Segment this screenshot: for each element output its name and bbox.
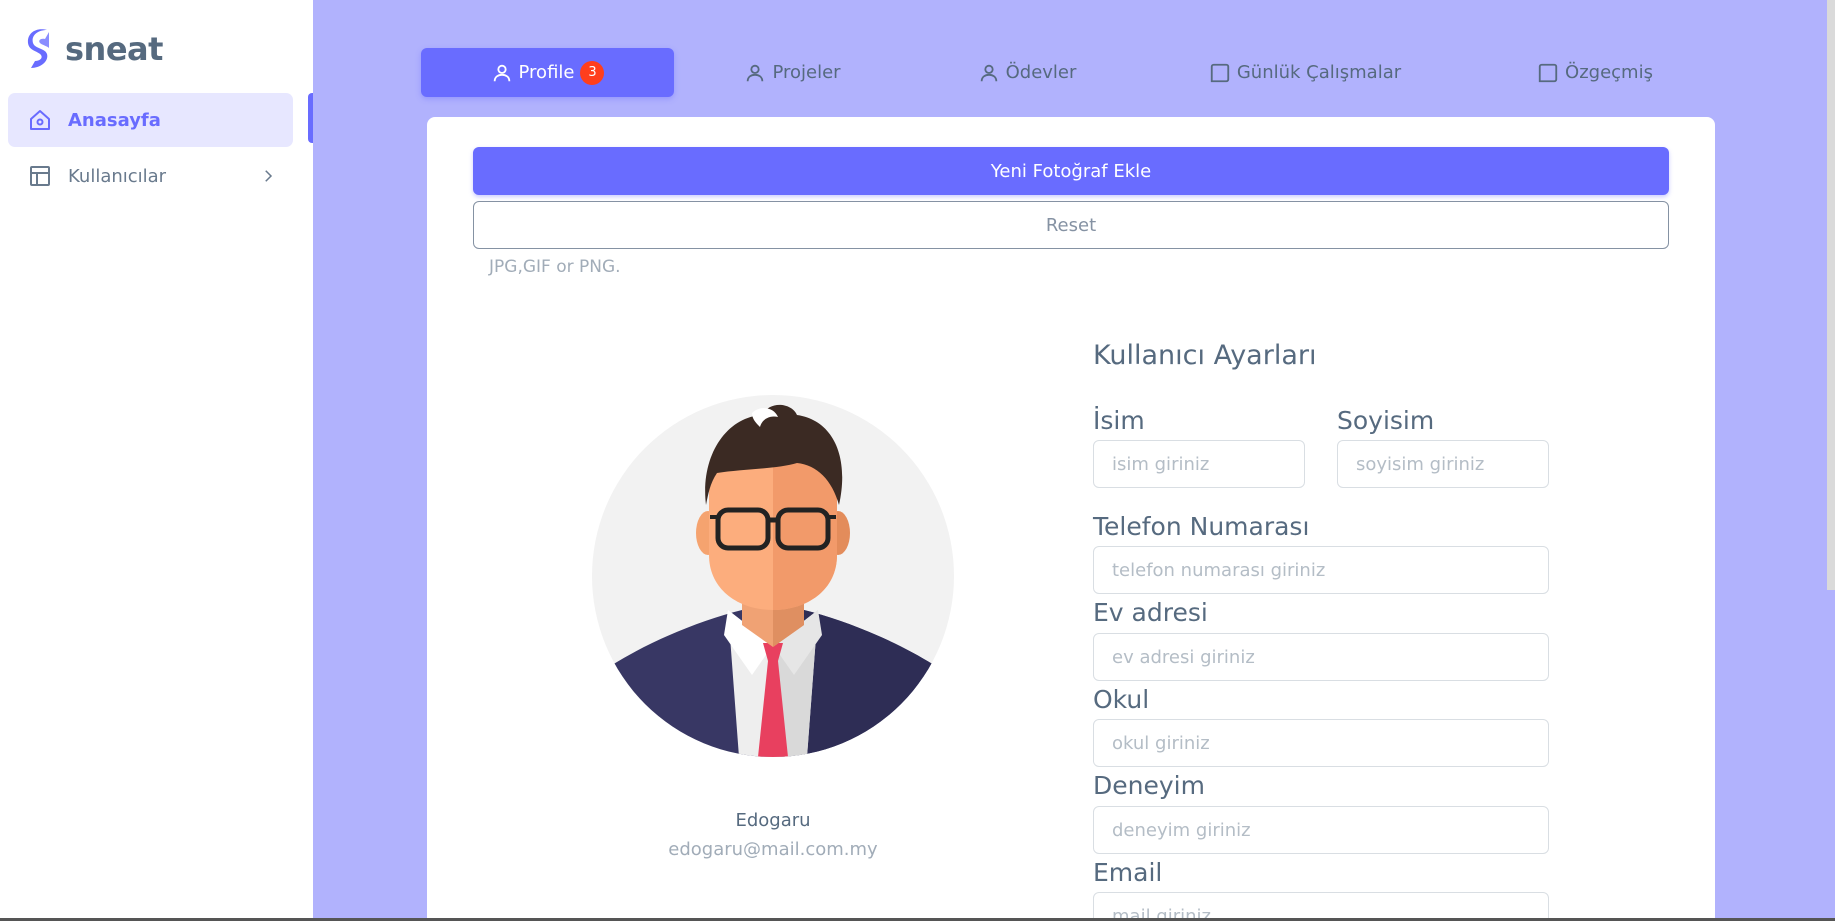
tab-odevler[interactable]: Ödevler — [912, 48, 1142, 97]
last-name-input[interactable] — [1337, 440, 1549, 488]
home-icon — [30, 110, 50, 130]
tab-label: Özgeçmiş — [1565, 62, 1653, 83]
school-label: Okul — [1093, 685, 1150, 714]
user-icon — [747, 64, 764, 81]
reset-button[interactable]: Reset — [473, 201, 1669, 249]
tab-label: Profile — [518, 62, 575, 83]
sidebar: sneat Anasayfa Kullanıcılar — [0, 0, 313, 921]
school-input[interactable] — [1093, 719, 1549, 767]
brand-logo[interactable]: sneat — [27, 28, 163, 70]
first-name-label: İsim — [1093, 406, 1145, 435]
app-root: sneat Anasayfa Kullanıcılar Profile 3 Pr… — [0, 0, 1835, 921]
phone-input[interactable] — [1093, 546, 1549, 594]
tab-projeler[interactable]: Projeler — [680, 48, 905, 97]
phone-label: Telefon Numarası — [1093, 512, 1310, 541]
profile-card: Yeni Fotoğraf Ekle Reset JPG,GIF or PNG. — [427, 117, 1715, 921]
email-label: Email — [1093, 858, 1163, 887]
sidebar-item-kullanicilar[interactable]: Kullanıcılar — [8, 149, 293, 203]
sidebar-item-anasayfa[interactable]: Anasayfa — [8, 93, 293, 147]
sidebar-item-label: Anasayfa — [68, 109, 161, 131]
square-icon — [1538, 63, 1558, 82]
active-menu-indicator — [308, 93, 313, 143]
file-type-hint: JPG,GIF or PNG. — [489, 257, 621, 277]
brand-name: sneat — [65, 30, 163, 68]
notification-badge: 3 — [580, 60, 605, 85]
tab-label: Ödevler — [1005, 62, 1077, 83]
email-input[interactable] — [1093, 892, 1549, 921]
user-name: Edogaru — [735, 810, 811, 831]
last-name-label: Soyisim — [1337, 406, 1435, 435]
user-icon — [980, 64, 997, 81]
chevron-right-icon — [265, 170, 273, 182]
tab-ozgecmis[interactable]: Özgeçmiş — [1500, 48, 1690, 97]
tab-label: Projeler — [772, 62, 841, 83]
first-name-input[interactable] — [1093, 440, 1305, 488]
avatar — [592, 395, 954, 757]
tab-gunluk-calismalar[interactable]: Günlük Çalışmalar — [1160, 48, 1450, 97]
upload-photo-button[interactable]: Yeni Fotoğraf Ekle — [473, 147, 1669, 195]
sneat-logo-icon — [27, 29, 49, 68]
address-input[interactable] — [1093, 633, 1549, 681]
form-title: Kullanıcı Ayarları — [1093, 340, 1317, 371]
experience-label: Deneyim — [1093, 771, 1205, 800]
page-scrollbar[interactable] — [1827, 0, 1835, 590]
sidebar-item-label: Kullanıcılar — [68, 165, 167, 187]
square-icon — [1210, 63, 1230, 82]
user-icon — [493, 64, 510, 81]
tab-profile[interactable]: Profile 3 — [421, 48, 674, 97]
address-label: Ev adresi — [1093, 598, 1208, 627]
tab-label: Günlük Çalışmalar — [1236, 62, 1402, 83]
user-email: edogaru@mail.com.my — [668, 839, 878, 860]
experience-input[interactable] — [1093, 806, 1549, 854]
layout-icon — [30, 166, 50, 186]
